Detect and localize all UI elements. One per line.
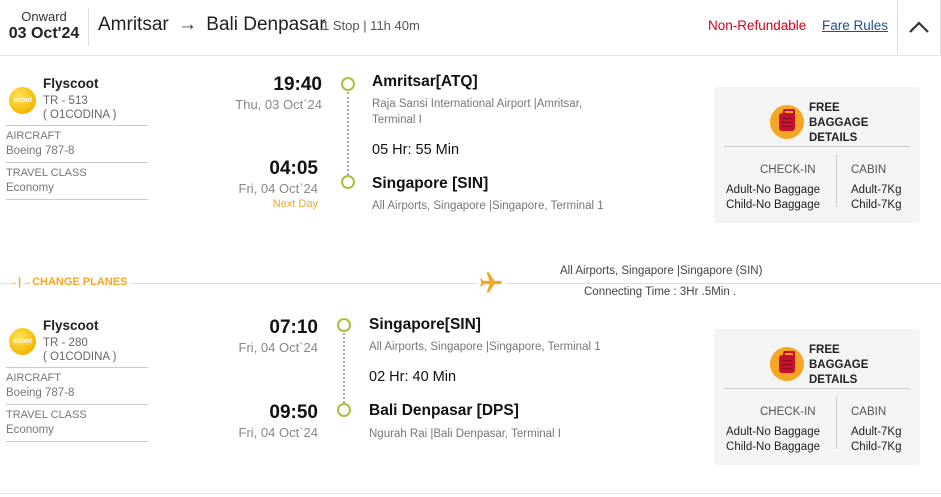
checkin-label: CHECK-IN bbox=[760, 164, 816, 176]
timeline-line bbox=[347, 92, 349, 175]
departure-time: 19:40 bbox=[273, 74, 322, 95]
divider bbox=[6, 404, 148, 405]
arrival-airport: All Airports, Singapore |Singapore, Term… bbox=[372, 200, 604, 212]
departure-city: Amritsar[ATQ] bbox=[372, 73, 478, 90]
arrival-date: Fri, 04 Oct`24 bbox=[238, 181, 318, 196]
change-planes-label: →|→CHANGE PLANES bbox=[7, 276, 132, 288]
cabin-adult: Adult-7Kg bbox=[851, 426, 902, 438]
departure-time: 07:10 bbox=[269, 317, 318, 338]
divider bbox=[6, 441, 148, 442]
luggage-icon bbox=[770, 347, 804, 381]
stop-duration-info: 1 Stop | 11h 40m bbox=[322, 18, 420, 33]
cabin-adult: Adult-7Kg bbox=[851, 184, 902, 196]
checkin-label: CHECK-IN bbox=[760, 406, 816, 418]
arrival-time: 09:50 bbox=[269, 402, 318, 423]
flight-number: TR - 513 bbox=[43, 95, 88, 107]
layover-divider bbox=[0, 283, 941, 284]
luggage-icon bbox=[770, 105, 804, 139]
arrival-dot-icon bbox=[341, 175, 355, 189]
chevron-up-icon bbox=[909, 21, 929, 33]
departure-dot-icon bbox=[341, 77, 355, 91]
aircraft-label: AIRCRAFT bbox=[6, 372, 61, 384]
divider bbox=[836, 397, 837, 449]
arrival-date: Fri, 04 Oct`24 bbox=[238, 425, 318, 440]
cabin-label: CABIN bbox=[851, 406, 887, 418]
divider bbox=[724, 146, 910, 147]
bottom-divider bbox=[0, 493, 941, 494]
header-divider bbox=[88, 8, 89, 46]
departure-dot-icon bbox=[337, 318, 351, 332]
route-arrow-icon: → bbox=[178, 14, 198, 35]
arrival-dot-icon bbox=[337, 403, 351, 417]
itinerary-header: Onward 03 Oct'24 Amritsar → Bali Denpasa… bbox=[0, 0, 941, 56]
route-title: Amritsar → Bali Denpasar bbox=[98, 14, 326, 36]
arrival-city: Bali Denpasar [DPS] bbox=[369, 402, 519, 419]
divider bbox=[6, 199, 148, 200]
checkin-child: Child-No Baggage bbox=[726, 199, 820, 211]
connecting-time: Connecting Time : 3Hr .5Min . bbox=[584, 286, 737, 298]
travel-class-label: TRAVEL CLASS bbox=[6, 409, 87, 421]
departure-city: Singapore[SIN] bbox=[369, 316, 481, 333]
travel-class-value: Economy bbox=[6, 182, 54, 194]
arrival-time: 04:05 bbox=[269, 158, 318, 179]
baggage-title: FREE BAGGAGE DETAILS bbox=[809, 102, 869, 144]
divider bbox=[6, 162, 148, 163]
airline-name: Flyscoot bbox=[43, 76, 99, 91]
airline-logo: scoot bbox=[9, 87, 36, 114]
travel-class-value: Economy bbox=[6, 424, 54, 436]
non-refundable-badge: Non-Refundable bbox=[708, 18, 807, 33]
arrival-city: Singapore [SIN] bbox=[372, 175, 489, 192]
next-day-note: Next Day bbox=[272, 198, 318, 210]
flight-duration: 02 Hr: 40 Min bbox=[369, 369, 457, 385]
cabin-child: Child-7Kg bbox=[851, 441, 902, 453]
checkin-child: Child-No Baggage bbox=[726, 441, 820, 453]
timeline-line bbox=[343, 333, 345, 403]
aircraft-label: AIRCRAFT bbox=[6, 130, 61, 142]
baggage-details-box: FREE BAGGAGE DETAILS CHECK-IN CABIN Adul… bbox=[714, 87, 920, 223]
aircraft-value: Boeing 787-8 bbox=[6, 387, 75, 399]
layover-airport: All Airports, Singapore |Singapore (SIN) bbox=[560, 265, 763, 277]
airline-logo: scoot bbox=[9, 328, 36, 355]
fare-rules-link[interactable]: Fare Rules bbox=[822, 18, 888, 33]
origin-city: Amritsar bbox=[98, 14, 169, 35]
cabin-child: Child-7Kg bbox=[851, 199, 902, 211]
onward-label: Onward bbox=[21, 9, 67, 24]
divider bbox=[6, 367, 148, 368]
divider bbox=[836, 155, 837, 207]
airplane-icon bbox=[476, 270, 506, 298]
departure-airport: Raja Sansi International Airport |Amrits… bbox=[372, 98, 583, 126]
departure-date: Fri, 04 Oct`24 bbox=[238, 340, 318, 355]
checkin-adult: Adult-No Baggage bbox=[726, 426, 820, 438]
airline-name: Flyscoot bbox=[43, 318, 99, 333]
arrival-airport: Ngurah Rai |Bali Denpasar, Terminal I bbox=[369, 428, 561, 440]
checkin-adult: Adult-No Baggage bbox=[726, 184, 820, 196]
fare-code: ( O1CODINA ) bbox=[43, 351, 117, 363]
flight-number: TR - 280 bbox=[43, 337, 88, 349]
divider bbox=[724, 388, 910, 389]
divider bbox=[6, 125, 148, 126]
onward-date: 03 Oct'24 bbox=[8, 25, 80, 42]
flight-duration: 05 Hr: 55 Min bbox=[372, 142, 460, 158]
baggage-details-box: FREE BAGGAGE DETAILS CHECK-IN CABIN Adul… bbox=[714, 329, 920, 465]
travel-class-label: TRAVEL CLASS bbox=[6, 167, 87, 179]
destination-city: Bali Denpasar bbox=[206, 14, 326, 35]
fare-code: ( O1CODINA ) bbox=[43, 109, 117, 121]
departure-date: Thu, 03 Oct`24 bbox=[235, 97, 322, 112]
baggage-title: FREE BAGGAGE DETAILS bbox=[809, 344, 869, 386]
departure-airport: All Airports, Singapore |Singapore, Term… bbox=[369, 341, 601, 353]
collapse-button[interactable] bbox=[897, 0, 941, 54]
cabin-label: CABIN bbox=[851, 164, 887, 176]
aircraft-value: Boeing 787-8 bbox=[6, 145, 75, 157]
